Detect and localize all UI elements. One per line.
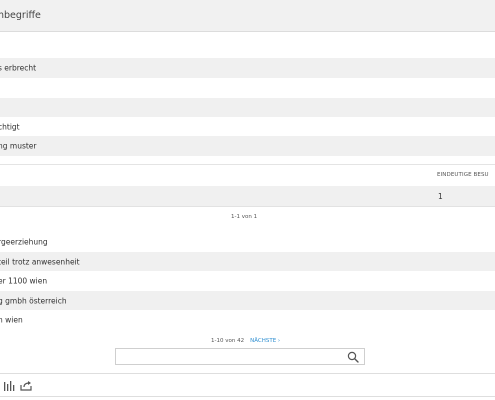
list-item[interactable]: er 1100 wien [0,271,495,291]
next-page-link[interactable]: NÄCHSTE › [250,338,280,344]
list-item[interactable]: chtigt [0,117,495,136]
list-item-label: s erbrecht [0,63,37,73]
list-item-label: rgeerziehung [0,237,48,247]
list-item-label: n wien [0,315,23,325]
divider [0,164,495,165]
panel-title: hbegriffe [0,10,41,21]
list-item-label: g gmbh österreich [0,296,67,305]
list-item[interactable]: rgeerziehung [0,232,495,252]
list-item-label: teil trotz anwesenheit [0,257,80,266]
footer-toolbar [0,373,495,397]
list-item[interactable] [0,78,495,98]
list-item-label: ng muster [0,141,37,151]
list-item[interactable] [0,98,495,117]
share-icon[interactable] [20,380,33,391]
bar-chart-icon[interactable] [3,380,16,391]
list-item-label: er 1100 wien [0,276,48,286]
column-header-unique-visitors[interactable]: EINDEUTIGE BESU [437,172,489,178]
search-box[interactable] [115,348,365,365]
list-item[interactable]: n wien [0,310,495,330]
search-input[interactable] [119,350,348,365]
panel-header: hbegriffe [0,0,495,32]
list-pager-range: 1-10 von 42 [211,338,245,344]
list-item[interactable]: g gmbh österreich [0,291,495,310]
table-pager: 1-1 von 1 [231,214,258,220]
list-pager: 1-10 von 42 NÄCHSTE › [211,338,280,344]
table-row[interactable]: 1 [0,186,495,207]
search-icon[interactable] [347,351,359,363]
list-item[interactable]: ng muster [0,136,495,156]
list-item[interactable]: s erbrecht [0,58,495,78]
list-item-label: chtigt [0,122,20,131]
list-item[interactable]: teil trotz anwesenheit [0,252,495,271]
table-cell-value: 1 [438,192,443,201]
